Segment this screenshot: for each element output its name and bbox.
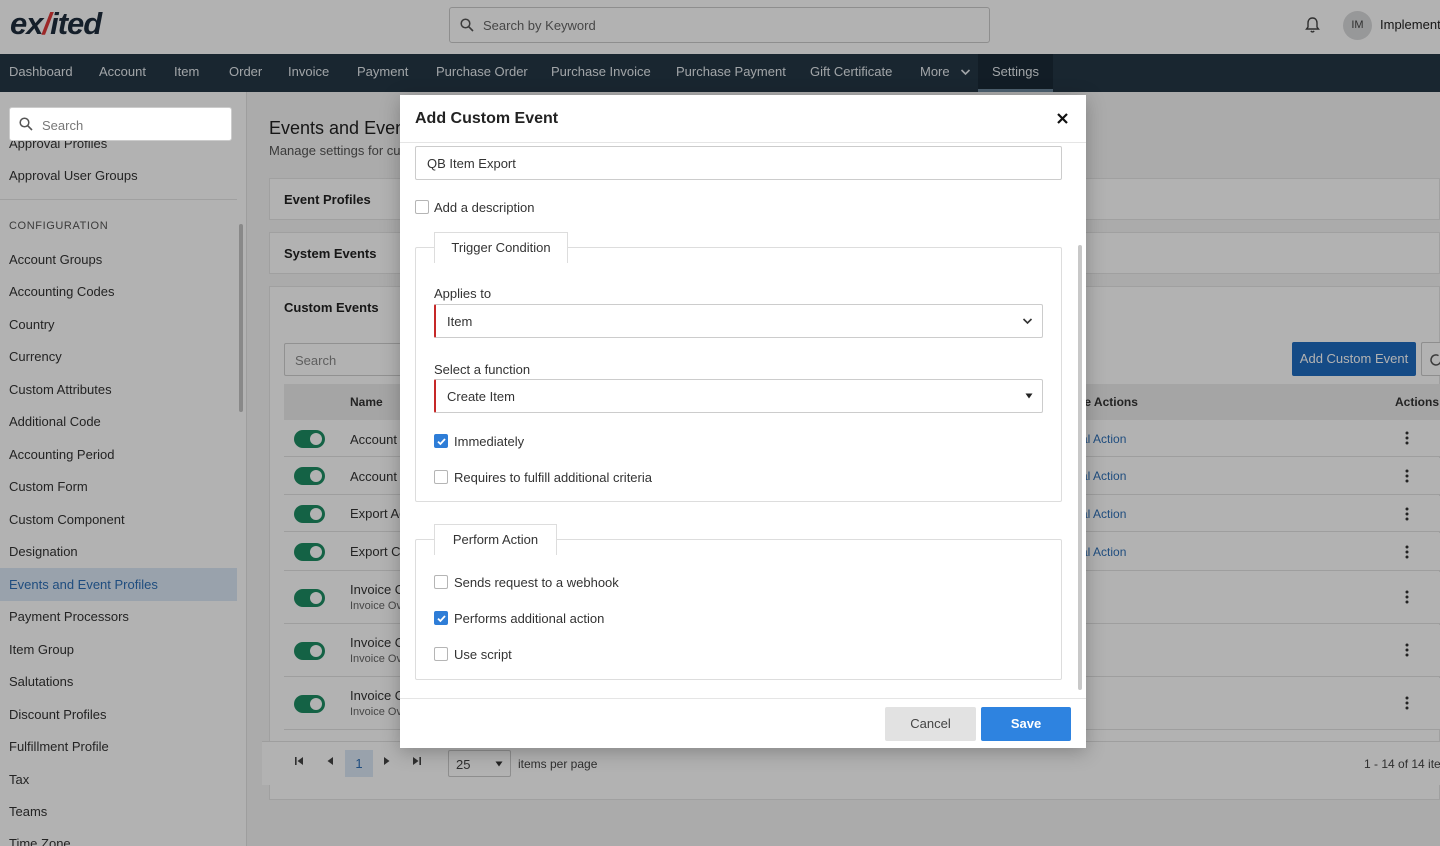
dialog-scrollbar[interactable] [1078, 245, 1082, 690]
immediately-label[interactable]: Immediately [454, 434, 524, 449]
additional-criteria-label[interactable]: Requires to fulfill additional criteria [454, 470, 652, 485]
sidebar-search-placeholder: Search [42, 118, 84, 133]
additional-action-label[interactable]: Performs additional action [454, 611, 604, 626]
event-name-value: QB Item Export [427, 156, 516, 171]
webhook-checkbox[interactable] [434, 575, 448, 589]
check-icon [437, 615, 446, 623]
dialog-footer: Cancel Save [400, 698, 1086, 748]
applies-to-value: Item [447, 314, 473, 329]
add-description-checkbox[interactable] [415, 200, 429, 214]
use-script-label[interactable]: Use script [454, 647, 512, 662]
use-script-checkbox[interactable] [434, 647, 448, 661]
function-label: Select a function [434, 362, 531, 377]
search-icon [19, 117, 33, 131]
dialog-body: QB Item Export Add a description Trigger… [400, 143, 1086, 698]
applies-to-label: Applies to [434, 286, 492, 301]
add-description-label[interactable]: Add a description [434, 200, 534, 215]
function-value: Create Item [447, 389, 515, 404]
cancel-button[interactable]: Cancel [885, 707, 976, 741]
function-select[interactable]: Create Item [434, 379, 1043, 413]
save-button[interactable]: Save [981, 707, 1071, 741]
webhook-label[interactable]: Sends request to a webhook [454, 575, 619, 590]
perform-action-group [415, 539, 1062, 680]
dialog-header: Add Custom Event [400, 95, 1086, 143]
applies-to-select[interactable]: Item [434, 304, 1043, 338]
add-custom-event-dialog: Add Custom Event QB Item Export Add a de… [400, 95, 1086, 748]
additional-criteria-checkbox[interactable] [434, 470, 448, 484]
trigger-condition-legend: Trigger Condition [434, 232, 568, 263]
check-icon [437, 438, 446, 446]
chevron-down-icon [1022, 318, 1033, 325]
immediately-checkbox[interactable] [434, 434, 448, 448]
perform-action-legend: Perform Action [434, 524, 557, 555]
close-icon[interactable] [1056, 112, 1069, 125]
dialog-title: Add Custom Event [415, 110, 559, 127]
additional-action-checkbox[interactable] [434, 611, 448, 625]
event-name-input[interactable]: QB Item Export [415, 146, 1062, 180]
caret-down-icon [1025, 393, 1033, 399]
sidebar-search-input[interactable]: Search [9, 107, 232, 141]
